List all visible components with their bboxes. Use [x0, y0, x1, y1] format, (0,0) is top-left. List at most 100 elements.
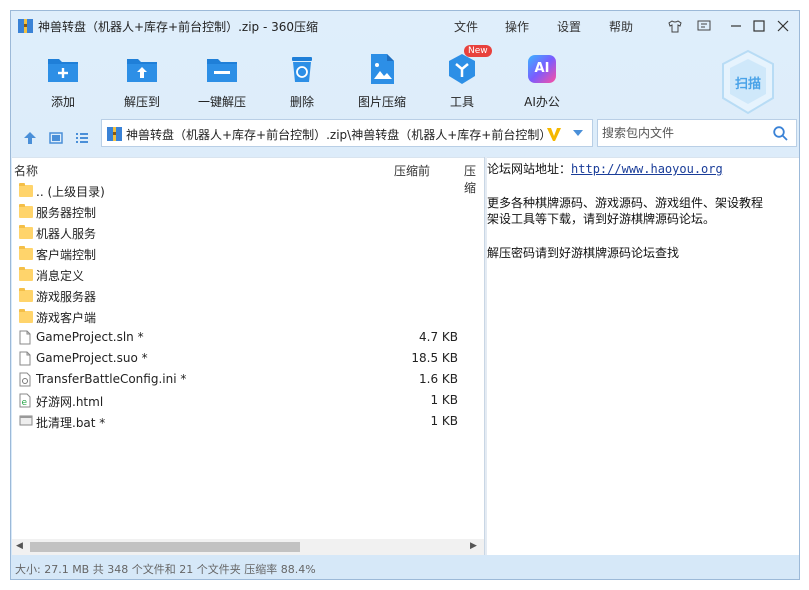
- one-click-extract-button[interactable]: 一键解压: [186, 51, 258, 110]
- delete-label: 删除: [289, 95, 314, 109]
- file-name: .. (上级目录): [36, 185, 105, 199]
- search-box: [597, 119, 797, 147]
- image-compress-icon: [364, 51, 400, 87]
- address-dropdown-icon[interactable]: [572, 129, 584, 137]
- thumbnail-view-icon[interactable]: [47, 129, 65, 147]
- file-name: 游戏客户端: [36, 311, 97, 325]
- file-name: GameProject.suo *: [36, 351, 148, 365]
- window-title: 神兽转盘（机器人+库存+前台控制）.zip - 360压缩: [38, 20, 319, 34]
- folder-icon: [19, 246, 33, 261]
- image-compress-button[interactable]: 图片压缩: [346, 51, 418, 110]
- html-file-icon: e: [19, 393, 33, 408]
- file-row[interactable]: 游戏客户端: [12, 306, 482, 327]
- one-click-extract-label: 一键解压: [197, 95, 246, 109]
- list-view-icon[interactable]: [73, 129, 91, 147]
- file-name: 消息定义: [36, 269, 85, 283]
- tools-icon: New: [444, 45, 492, 87]
- folder-icon: [19, 183, 33, 198]
- folder-icon: [19, 204, 33, 219]
- file-row[interactable]: 服务器控制: [12, 201, 482, 222]
- column-size-before[interactable]: 压缩前: [394, 162, 430, 179]
- extract-to-icon: [124, 51, 160, 87]
- ai-office-label: AI办公: [524, 95, 560, 109]
- scan-label: 扫描: [734, 77, 761, 92]
- file-row[interactable]: .. (上级目录): [12, 180, 482, 201]
- main-window: 神兽转盘（机器人+库存+前台控制）.zip - 360压缩 文件 操作 设置 帮…: [10, 10, 800, 580]
- file-size: 1 KB: [430, 414, 458, 428]
- column-name[interactable]: 名称: [14, 162, 38, 179]
- skin-icon[interactable]: [666, 17, 684, 35]
- scroll-left-icon[interactable]: ◀: [16, 541, 23, 551]
- folder-icon: [19, 225, 33, 240]
- batch-file-icon: [19, 414, 33, 429]
- menu-file[interactable]: 文件: [454, 18, 478, 35]
- menu-settings[interactable]: 设置: [557, 18, 581, 35]
- file-name: 好游网.html: [36, 395, 104, 409]
- file-row[interactable]: GameProject.sln * 4.7 KB: [12, 327, 482, 348]
- file-row[interactable]: GameProject.suo * 18.5 KB: [12, 348, 482, 369]
- ai-office-icon: AI: [524, 51, 560, 87]
- up-level-icon[interactable]: [21, 129, 39, 147]
- scrollbar-thumb[interactable]: [30, 542, 300, 552]
- maximize-icon[interactable]: [750, 17, 768, 35]
- file-size: 4.7 KB: [419, 330, 458, 344]
- settings-file-icon: [19, 372, 33, 387]
- zip-file-icon: [107, 127, 122, 141]
- file-name: TransferBattleConfig.ini *: [36, 372, 187, 386]
- add-button[interactable]: 添加: [27, 51, 99, 110]
- image-compress-label: 图片压缩: [357, 95, 406, 109]
- search-icon[interactable]: [773, 126, 788, 141]
- comment-line-3: 架设工具等下载，请到好游棋牌源码论坛。: [487, 212, 716, 226]
- file-row[interactable]: 游戏服务器: [12, 285, 482, 306]
- svg-text:e: e: [22, 398, 28, 408]
- ai-office-button[interactable]: AI AI办公: [506, 51, 578, 110]
- comment-line-2: 更多各种棋牌源码、游戏源码、游戏组件、架设教程: [487, 196, 764, 210]
- folder-icon: [19, 288, 33, 303]
- feedback-icon[interactable]: [695, 17, 713, 35]
- minimize-icon[interactable]: [727, 17, 745, 35]
- file-name: 机器人服务: [36, 227, 97, 241]
- file-size: 1 KB: [430, 393, 458, 407]
- delete-button[interactable]: 删除: [266, 51, 338, 110]
- forum-line: 论坛网站地址：http://www.haoyou.org: [487, 160, 723, 177]
- file-row[interactable]: e 好游网.html 1 KB: [12, 390, 482, 411]
- forum-link[interactable]: http://www.haoyou.org: [571, 162, 723, 176]
- menu-operate[interactable]: 操作: [505, 18, 529, 35]
- add-icon: [45, 51, 81, 87]
- close-icon[interactable]: [774, 17, 792, 35]
- file-icon: [19, 330, 33, 345]
- file-row[interactable]: TransferBattleConfig.ini * 1.6 KB: [12, 369, 482, 390]
- delete-icon: [284, 51, 320, 87]
- scroll-right-icon[interactable]: ▶: [470, 541, 477, 551]
- file-size: 18.5 KB: [411, 351, 458, 365]
- folder-icon: [19, 309, 33, 324]
- add-label: 添加: [50, 95, 75, 109]
- comment-line-4: 解压密码请到好游棋牌源码论坛查找: [487, 246, 680, 260]
- ai-text: AI: [534, 61, 550, 76]
- title-bar: 神兽转盘（机器人+库存+前台控制）.zip - 360压缩 文件 操作 设置 帮…: [11, 11, 799, 41]
- menu-help[interactable]: 帮助: [609, 18, 633, 35]
- new-badge: New: [464, 45, 492, 57]
- file-name: 客户端控制: [36, 248, 97, 262]
- file-name: GameProject.sln *: [36, 330, 144, 344]
- file-list[interactable]: 名称 压缩前 压缩 .. (上级目录) 服务器控制 机器人服务 客户端控制 消息定义 游戏…: [12, 157, 484, 555]
- file-name: 服务器控制: [36, 206, 97, 220]
- status-bar: 大小: 27.1 MB 共 348 个文件和 21 个文件夹 压缩率 88.4%: [15, 563, 316, 576]
- file-row[interactable]: 消息定义: [12, 264, 482, 285]
- comment-pane: 论坛网站地址：http://www.haoyou.org 更多各种棋牌源码、游戏…: [487, 157, 799, 555]
- horizontal-scrollbar[interactable]: ◀ ▶: [12, 539, 484, 555]
- file-icon: [19, 351, 33, 366]
- search-input[interactable]: [602, 125, 762, 141]
- file-row[interactable]: 客户端控制: [12, 243, 482, 264]
- tools-label: 工具: [449, 95, 474, 109]
- address-bar[interactable]: 神兽转盘（机器人+库存+前台控制）.zip\神兽转盘（机器人+库存+前台控制）: [101, 119, 593, 147]
- file-row[interactable]: 机器人服务: [12, 222, 482, 243]
- one-click-extract-icon: [204, 51, 240, 87]
- folder-icon: [19, 267, 33, 282]
- extract-to-button[interactable]: 解压到: [106, 51, 178, 110]
- scan-button[interactable]: 扫描: [719, 49, 777, 115]
- forum-label: 论坛网站地址：: [487, 162, 572, 176]
- zip-app-icon: [18, 19, 33, 33]
- file-row[interactable]: 批清理.bat * 1 KB: [12, 411, 482, 432]
- tools-button[interactable]: New 工具: [426, 45, 498, 110]
